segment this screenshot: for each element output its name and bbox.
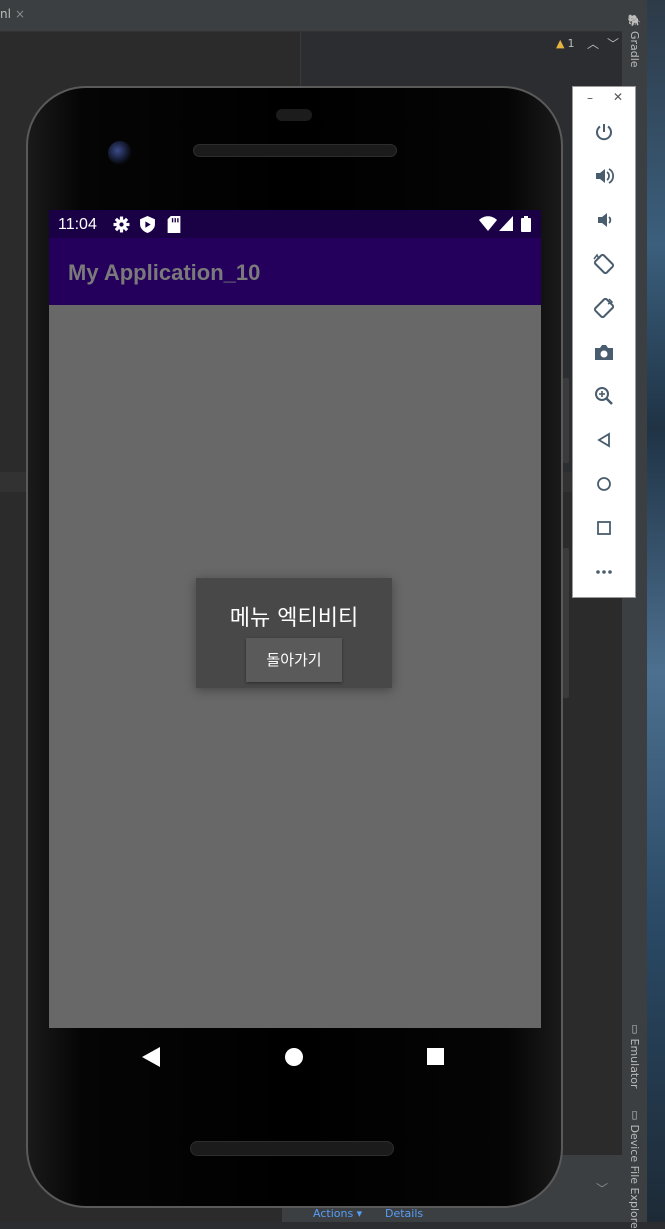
overview-icon xyxy=(597,521,611,535)
camera-icon xyxy=(595,345,613,360)
volume-down-icon xyxy=(598,213,612,227)
editor-divider xyxy=(300,32,301,92)
zoom-button[interactable] xyxy=(589,381,619,411)
volume-side-button xyxy=(563,548,569,698)
ide-tab-bar: nl × xyxy=(0,0,622,32)
gradle-label: Gradle xyxy=(628,30,641,68)
rotate-right-button[interactable] xyxy=(589,293,619,323)
dialog-title: 메뉴 엑티비티 xyxy=(229,606,359,631)
status-bar: 11:04 xyxy=(49,210,541,238)
front-camera xyxy=(108,141,132,165)
home-icon xyxy=(597,477,611,491)
back-icon xyxy=(597,432,610,448)
file-icon: ▯ xyxy=(628,1108,641,1121)
volume-down-button[interactable] xyxy=(589,205,619,235)
bottom-speaker xyxy=(190,1141,394,1156)
minimize-icon[interactable]: – xyxy=(587,91,593,105)
elephant-icon: 🐘 xyxy=(628,14,641,28)
phone-icon: ▯ xyxy=(628,1022,641,1035)
device-file-explorer-label: Device File Explore xyxy=(628,1124,641,1229)
wifi-icon xyxy=(479,216,497,231)
sensor-slot xyxy=(276,109,312,121)
chevron-down-icon[interactable]: ﹀ xyxy=(607,35,619,52)
actions-link[interactable]: Actions ▾ xyxy=(313,1207,362,1220)
sd-card-icon xyxy=(167,216,181,233)
zoom-icon xyxy=(595,387,613,405)
volume-up-button[interactable] xyxy=(589,161,619,191)
power-icon xyxy=(596,124,612,141)
emu-overview-button[interactable] xyxy=(589,513,619,543)
rotate-left-button[interactable] xyxy=(589,249,619,279)
settings-icon xyxy=(113,216,130,233)
nav-home-icon[interactable] xyxy=(285,1048,303,1066)
system-nav-bar xyxy=(49,1028,541,1086)
device-screen[interactable]: 11:04 My Application_10 메뉴 엑티비티 돌아가기 xyxy=(49,210,541,1028)
rotate-right-icon xyxy=(593,297,615,319)
warning-count: 1 xyxy=(567,37,575,50)
close-icon[interactable]: ✕ xyxy=(613,90,623,104)
emu-back-button[interactable] xyxy=(589,425,619,455)
rotate-left-icon xyxy=(593,253,615,275)
app-title: My Application_10 xyxy=(68,260,261,285)
power-side-button xyxy=(563,378,569,463)
warning-icon: ▲ xyxy=(556,37,565,50)
volume-up-icon xyxy=(596,168,614,184)
power-button[interactable] xyxy=(589,117,619,147)
chevron-down-icon[interactable]: ﹀ xyxy=(596,1180,608,1197)
dialog: 메뉴 엑티비티 돌아가기 xyxy=(196,578,392,688)
status-time: 11:04 xyxy=(58,216,97,233)
back-button[interactable]: 돌아가기 xyxy=(246,638,342,682)
editor-tab[interactable]: nl × xyxy=(0,7,25,21)
chevron-up-icon[interactable]: ︿ xyxy=(587,35,599,52)
device-file-explorer-tab[interactable]: ▯ Device File Explore xyxy=(628,1108,641,1229)
screenshot-button[interactable] xyxy=(589,337,619,367)
gradle-tool-tab[interactable]: 🐘 Gradle xyxy=(628,14,641,68)
emulator-tool-tab[interactable]: ▯ Emulator xyxy=(628,1022,641,1089)
editor-tab-label: nl xyxy=(0,7,11,21)
warning-indicator[interactable]: ▲ 1 xyxy=(556,37,574,50)
details-link[interactable]: Details xyxy=(385,1207,423,1220)
nav-back-icon[interactable] xyxy=(142,1047,160,1067)
emulator-toolbar: – ✕ xyxy=(572,86,636,598)
nav-recents-icon[interactable] xyxy=(427,1048,444,1065)
battery-icon xyxy=(521,216,531,232)
desktop-background xyxy=(647,0,665,1222)
close-icon[interactable]: × xyxy=(15,7,25,21)
emu-home-button[interactable] xyxy=(589,469,619,499)
emu-more-button[interactable] xyxy=(589,557,619,587)
more-icon xyxy=(596,570,612,574)
top-speaker xyxy=(193,144,397,157)
signal-icon xyxy=(499,216,513,231)
shield-icon xyxy=(140,216,155,233)
emulator-label: Emulator xyxy=(628,1038,641,1089)
